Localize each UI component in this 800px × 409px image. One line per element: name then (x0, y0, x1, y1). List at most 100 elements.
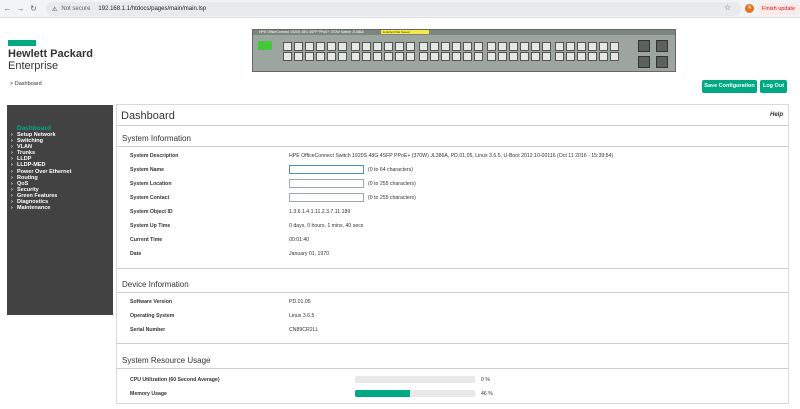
ethernet-port[interactable] (452, 52, 461, 61)
ethernet-port[interactable] (555, 42, 564, 51)
sidebar-item-maintenance[interactable]: › Maintenance (11, 205, 113, 211)
ethernet-port[interactable] (316, 42, 325, 51)
switch-front-panel[interactable]: HPE OfficeConnect 1920S 48G 4SFP PPoE+ 3… (252, 29, 676, 72)
system-contact-input[interactable] (289, 193, 364, 202)
port-group-2[interactable] (351, 42, 415, 61)
divider (117, 343, 788, 344)
ethernet-port[interactable] (498, 52, 507, 61)
ethernet-port[interactable] (305, 52, 314, 61)
ethernet-port[interactable] (463, 42, 472, 51)
ethernet-port[interactable] (283, 52, 292, 61)
hint: (0 to 64 characters) (368, 167, 413, 173)
ethernet-port[interactable] (498, 42, 507, 51)
ethernet-port[interactable] (441, 42, 450, 51)
ethernet-port[interactable] (474, 52, 483, 61)
ethernet-port[interactable] (577, 42, 586, 51)
ethernet-port[interactable] (283, 42, 292, 51)
ethernet-port[interactable] (338, 52, 347, 61)
ethernet-port[interactable] (599, 42, 608, 51)
sfp-port[interactable] (638, 40, 650, 52)
profile-avatar[interactable]: A (745, 4, 754, 13)
ethernet-port[interactable] (327, 42, 336, 51)
date-row: Date January 01, 1970 (130, 249, 770, 259)
reload-icon[interactable]: ↻ (28, 3, 39, 15)
ethernet-port[interactable] (509, 42, 518, 51)
ethernet-port[interactable] (406, 52, 415, 61)
ethernet-port[interactable] (487, 42, 496, 51)
switch-model-text: HPE OfficeConnect 1920S 48G 4SFP PPoE+ 3… (259, 30, 364, 34)
ethernet-port[interactable] (463, 52, 472, 61)
logo-bar (8, 40, 36, 46)
ethernet-port[interactable] (509, 52, 518, 61)
ethernet-port[interactable] (566, 52, 575, 61)
ethernet-port[interactable] (531, 52, 540, 61)
ethernet-port[interactable] (338, 42, 347, 51)
ethernet-port[interactable] (474, 42, 483, 51)
ethernet-port[interactable] (362, 52, 371, 61)
ethernet-port[interactable] (294, 42, 303, 51)
url-text[interactable]: 192.168.1.1/htdocs/pages/main/main.lsp (98, 6, 206, 12)
help-link[interactable]: Help (770, 112, 783, 118)
memory-usage-row: Memory Usage 46 % (130, 389, 770, 399)
ethernet-port[interactable] (419, 52, 428, 61)
bookmark-star-icon[interactable]: ☆ (724, 3, 731, 12)
port-group-4[interactable] (487, 42, 551, 61)
ethernet-port[interactable] (566, 42, 575, 51)
sfp-port[interactable] (656, 56, 668, 68)
ethernet-port[interactable] (610, 42, 619, 51)
ethernet-port[interactable] (395, 42, 404, 51)
ethernet-port[interactable] (610, 52, 619, 61)
address-bar[interactable]: ⚠ Not secure 192.168.1.1/htdocs/pages/ma… (46, 2, 741, 16)
breadcrumb[interactable]: > Dashboard (10, 81, 42, 87)
port-group-1[interactable] (283, 42, 347, 61)
sidebar-item-label: Routing (17, 174, 38, 181)
save-configuration-button[interactable]: Save Configuration (702, 80, 757, 93)
ethernet-port[interactable] (520, 52, 529, 61)
ethernet-port[interactable] (384, 42, 393, 51)
sidebar-item-dashboard[interactable]: Dashboard (17, 125, 113, 132)
warning-icon[interactable]: ⚠ (52, 6, 57, 13)
ethernet-port[interactable] (430, 52, 439, 61)
ethernet-port[interactable] (373, 42, 382, 51)
ethernet-port[interactable] (395, 52, 404, 61)
port-group-5[interactable] (555, 42, 619, 61)
ethernet-port[interactable] (327, 52, 336, 61)
finish-update-button[interactable]: Finish update (758, 3, 800, 15)
ethernet-port[interactable] (406, 42, 415, 51)
ethernet-port[interactable] (452, 42, 461, 51)
divider (117, 268, 788, 269)
ethernet-port[interactable] (373, 52, 382, 61)
ethernet-port[interactable] (351, 42, 360, 51)
ethernet-port[interactable] (520, 42, 529, 51)
ethernet-port[interactable] (305, 42, 314, 51)
system-name-input[interactable] (289, 165, 364, 174)
sidebar-item-label: Trunks (17, 150, 36, 157)
ethernet-port[interactable] (294, 52, 303, 61)
log-out-button[interactable]: Log Out (760, 80, 787, 93)
ethernet-port[interactable] (362, 42, 371, 51)
ethernet-port[interactable] (542, 42, 551, 51)
sfp-port[interactable] (656, 40, 668, 52)
system-location-input[interactable] (289, 179, 364, 188)
ethernet-port[interactable] (487, 52, 496, 61)
ethernet-port[interactable] (316, 52, 325, 61)
ethernet-port[interactable] (351, 52, 360, 61)
ethernet-port[interactable] (531, 42, 540, 51)
ethernet-port[interactable] (542, 52, 551, 61)
ethernet-port[interactable] (419, 42, 428, 51)
ethernet-port[interactable] (430, 42, 439, 51)
ethernet-port[interactable] (577, 52, 586, 61)
back-icon[interactable]: ← (2, 3, 13, 15)
ethernet-port[interactable] (588, 42, 597, 51)
forward-icon[interactable]: → (15, 3, 26, 15)
security-label[interactable]: Not secure (61, 6, 90, 12)
ethernet-port[interactable] (555, 52, 564, 61)
label: Date (130, 251, 142, 257)
ethernet-port[interactable] (384, 52, 393, 61)
ethernet-port[interactable] (599, 52, 608, 61)
sidebar-item-label: Maintenance (17, 205, 51, 212)
ethernet-port[interactable] (441, 52, 450, 61)
ethernet-port[interactable] (588, 52, 597, 61)
port-group-3[interactable] (419, 42, 483, 61)
sfp-port[interactable] (638, 56, 650, 68)
